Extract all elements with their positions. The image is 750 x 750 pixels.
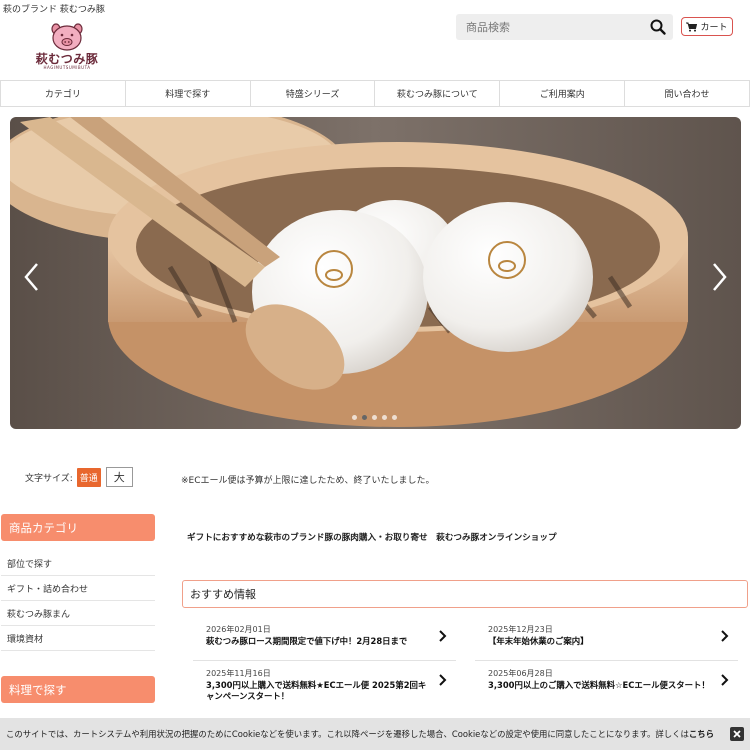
site-tagline: 萩のブランド 萩むつみ豚 xyxy=(3,5,105,15)
sidebar-cooking-heading: 料理で探す xyxy=(1,676,155,703)
search-button[interactable] xyxy=(649,18,667,36)
news-title: 3,300円以上のご購入で送料無料☆ECエール便スタート！ xyxy=(488,680,710,690)
nav-search-by-dish[interactable]: 料理で探す xyxy=(126,81,251,106)
news-item[interactable]: 2026年02月01日 萩むつみ豚ロース期間限定で値下げ中！2月28日まで xyxy=(193,616,456,661)
news-date: 2025年11月16日 xyxy=(206,669,271,678)
slider-dot[interactable] xyxy=(372,415,377,420)
search-icon xyxy=(650,19,666,35)
nav-about[interactable]: 萩むつみ豚について xyxy=(375,81,501,106)
chevron-right-icon xyxy=(721,674,729,686)
slider-dot-active[interactable] xyxy=(362,415,367,420)
search-input[interactable] xyxy=(456,14,641,40)
sidebar-category-heading: 商品カテゴリ xyxy=(1,514,155,541)
close-icon xyxy=(733,730,741,738)
news-item[interactable]: 2025年12月23日 【年末年始休業のご案内】 xyxy=(475,616,738,661)
chevron-right-icon xyxy=(721,630,729,642)
news-date: 2025年06月28日 xyxy=(488,669,553,678)
sidebar-category-list: 部位で探す ギフト・詰め合わせ 萩むつみ豚まん 環境資材 xyxy=(1,551,155,651)
chevron-right-icon xyxy=(713,263,727,291)
cart-label: カート xyxy=(700,23,728,33)
site-logo[interactable]: 萩むつみ豚 HAGIMUTSUMIBUTA xyxy=(32,22,102,72)
news-date: 2025年12月23日 xyxy=(488,625,553,634)
sidebar-item-by-part[interactable]: 部位で探す xyxy=(1,551,155,576)
lead-text: ギフトにおすすめな萩市のブランド豚の豚肉購入・お取り寄せ 萩むつみ豚オンラインシ… xyxy=(187,533,557,543)
nav-large-series[interactable]: 特盛シリーズ xyxy=(251,81,376,106)
slider-dot[interactable] xyxy=(352,415,357,420)
slider-prev-button[interactable] xyxy=(22,262,42,292)
pig-logo-icon xyxy=(51,23,83,51)
cookie-banner: このサイトでは、カートシステムや利用状況の把握のためにCookieなどを使います… xyxy=(0,718,750,750)
cart-button[interactable]: カート xyxy=(681,17,733,36)
news-item[interactable]: 2025年06月28日 3,300円以上のご購入で送料無料☆ECエール便スタート… xyxy=(475,660,738,710)
font-size-label: 文字サイズ: xyxy=(25,473,73,484)
nav-contact[interactable]: 問い合わせ xyxy=(625,81,750,106)
logo-subtext: HAGIMUTSUMIBUTA xyxy=(43,65,91,70)
slider-dot[interactable] xyxy=(392,415,397,420)
news-item[interactable]: 2025年11月16日 3,300円以上購入で送料無料★ECエール便 2025第… xyxy=(193,660,456,710)
hero-image xyxy=(10,117,741,429)
global-nav: カテゴリ 料理で探す 特盛シリーズ 萩むつみ豚について ご利用案内 問い合わせ xyxy=(0,80,750,107)
cart-icon xyxy=(686,22,698,32)
font-size-switcher: 文字サイズ: 普通 大 xyxy=(25,467,133,487)
font-size-large-button[interactable]: 大 xyxy=(105,467,133,487)
hero-slider[interactable] xyxy=(10,117,741,429)
sidebar-item-gift[interactable]: ギフト・詰め合わせ xyxy=(1,576,155,601)
sidebar-item-pork-bun[interactable]: 萩むつみ豚まん xyxy=(1,601,155,626)
news-date: 2026年02月01日 xyxy=(206,625,271,634)
recommend-heading: おすすめ情報 xyxy=(182,580,748,608)
chevron-left-icon xyxy=(24,263,38,291)
nav-guide[interactable]: ご利用案内 xyxy=(500,81,626,106)
cookie-details-link[interactable]: こちら xyxy=(689,728,714,740)
chevron-right-icon xyxy=(439,674,447,686)
cookie-close-button[interactable] xyxy=(730,727,744,741)
news-title: 【年末年始休業のご案内】 xyxy=(488,636,589,646)
sidebar-item-eco-materials[interactable]: 環境資材 xyxy=(1,626,155,651)
slider-dots xyxy=(352,415,397,420)
slider-dot[interactable] xyxy=(382,415,387,420)
nav-category[interactable]: カテゴリ xyxy=(0,81,126,106)
chevron-right-icon xyxy=(439,630,447,642)
news-title: 萩むつみ豚ロース期間限定で値下げ中！2月28日まで xyxy=(206,636,408,646)
slider-next-button[interactable] xyxy=(709,262,729,292)
news-title: 3,300円以上購入で送料無料★ECエール便 2025第2回キャンペーンスタート… xyxy=(206,680,427,701)
ec-notice: ※ECエール便は予算が上限に達したため、終了いたしました。 xyxy=(181,476,435,486)
search-box xyxy=(456,14,673,40)
cookie-text: このサイトでは、カートシステムや利用状況の把握のためにCookieなどを使います… xyxy=(6,729,689,739)
font-size-normal-button[interactable]: 普通 xyxy=(76,467,101,487)
